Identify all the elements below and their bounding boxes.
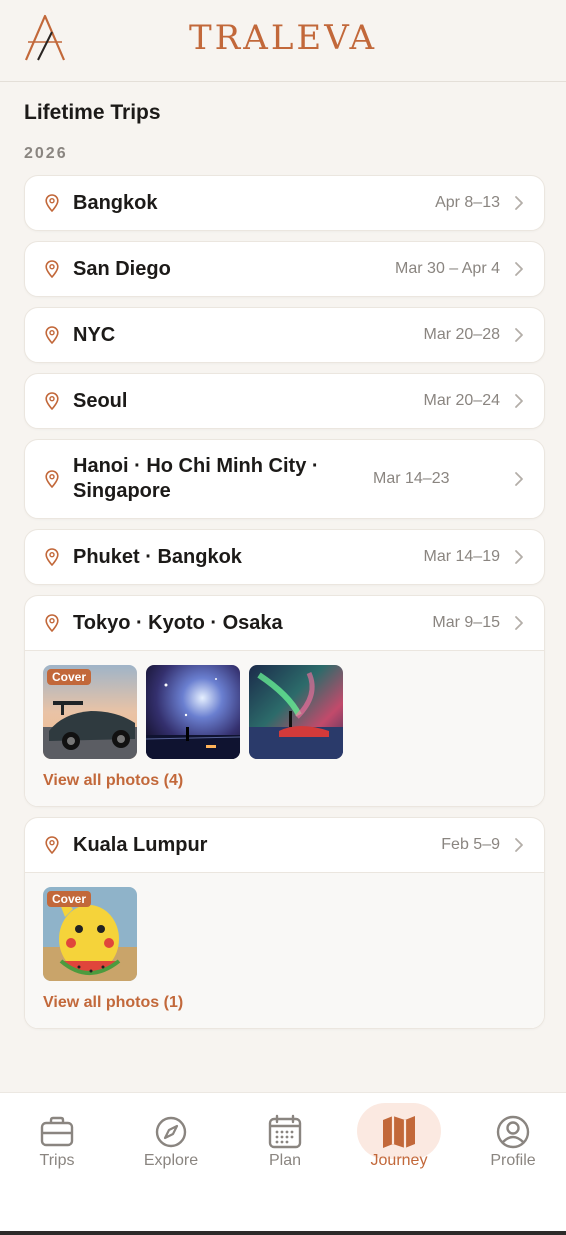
chevron-right-icon [515,394,523,408]
trip-dates: Mar 20–24 [423,392,501,409]
user-circle-icon [496,1115,530,1149]
location-pin-icon [45,194,59,212]
cover-badge: Cover [47,891,92,907]
photo-thumbnail-cover[interactable]: Cover [43,665,137,759]
location-pin-icon [45,470,59,488]
trip-name: Tokyo · Kyoto · Osaka [73,611,283,634]
app-brand-name: TRALEVA [188,18,378,58]
chevron-right-icon [515,328,523,342]
galaxy-photo [146,665,240,759]
trip-row-kuala-lumpur[interactable]: Kuala Lumpur Feb 5–9 [25,818,544,872]
tab-trips[interactable]: Trips [7,1102,107,1170]
trip-dates: Feb 5–9 [441,836,500,853]
location-pin-icon [45,614,59,632]
chevron-right-icon [515,550,523,564]
location-pin-icon [45,260,59,278]
photo-thumbnail[interactable] [146,665,240,759]
chevron-right-icon [515,616,523,630]
location-pin-icon [45,326,59,344]
trip-dates: Mar 9–15 [432,614,500,631]
trip-name: Phuket · Bangkok [73,545,242,568]
trip-dates: Mar 14–23 [373,470,450,487]
trip-name: San Diego [73,257,171,280]
tab-explore[interactable]: Explore [121,1102,221,1170]
briefcase-icon [40,1116,74,1147]
app-header: TRALEVA [0,0,566,82]
page-title: Lifetime Trips [24,101,161,124]
view-all-photos-link[interactable]: View all photos (1) [43,994,526,1012]
compass-icon [155,1116,187,1148]
location-pin-icon [45,392,59,410]
tab-label: Trips [39,1152,75,1169]
location-pin-icon [45,836,59,854]
trip-row-san-diego[interactable]: San Diego Mar 30 – Apr 4 [25,242,544,296]
trip-card: Kuala Lumpur Feb 5–9 Cover View all phot… [24,817,545,1029]
photo-thumbnail[interactable] [249,665,343,759]
tab-plan[interactable]: Plan [235,1102,335,1170]
trip-dates: Apr 8–13 [435,194,500,211]
tab-label: Plan [268,1152,302,1169]
trip-name: Bangkok [73,191,158,214]
trip-row-bangkok[interactable]: Bangkok Apr 8–13 [25,176,544,230]
tab-label: Profile [490,1152,536,1169]
aurora-photo [249,665,343,759]
chevron-right-icon [515,196,523,210]
trip-name: Hanoi · Ho Chi Minh City · Singapore [73,455,319,502]
map-icon [383,1116,415,1148]
trip-card: Hanoi · Ho Chi Minh City · Singapore Mar… [24,439,545,519]
photo-strip: Cover [43,887,526,981]
view-all-photos-link[interactable]: View all photos (4) [43,772,526,790]
trip-card: Seoul Mar 20–24 [24,373,545,429]
tab-journey[interactable]: Journey [349,1102,449,1170]
trip-card: NYC Mar 20–28 [24,307,545,363]
trip-name: NYC [73,323,116,346]
trip-name: Seoul [73,389,128,412]
trip-list: Bangkok Apr 8–13 San Diego Mar 30 – Apr … [24,175,545,1039]
trip-photos-section: Cover View all photos (1) [25,872,544,1028]
home-indicator-bar [0,1231,566,1235]
trip-row-nyc[interactable]: NYC Mar 20–28 [25,308,544,362]
trip-row-tokyo-kyoto-osaka[interactable]: Tokyo · Kyoto · Osaka Mar 9–15 [25,596,544,650]
location-pin-icon [45,548,59,566]
trip-dates: Mar 30 – Apr 4 [395,260,500,277]
tab-label: Journey [370,1152,428,1169]
chevron-right-icon [515,262,523,276]
tab-label: Explore [143,1152,199,1169]
trip-card: San Diego Mar 30 – Apr 4 [24,241,545,297]
cover-badge: Cover [47,669,92,685]
chevron-right-icon [515,838,523,852]
trip-photos-section: Cover View all photos (4) [25,650,544,806]
trip-dates: Mar 14–19 [423,548,501,565]
trip-card: Phuket · Bangkok Mar 14–19 [24,529,545,585]
trip-card: Bangkok Apr 8–13 [24,175,545,231]
trip-row-seoul[interactable]: Seoul Mar 20–24 [25,374,544,428]
tab-profile[interactable]: Profile [463,1102,563,1170]
trip-name: Kuala Lumpur [73,833,208,856]
chevron-right-icon [515,472,523,486]
photo-thumbnail-cover[interactable]: Cover [43,887,137,981]
trip-row-hanoi-hcmc-singapore[interactable]: Hanoi · Ho Chi Minh City · Singapore Mar… [25,440,544,518]
year-section-label: 2026 [24,145,68,162]
calendar-icon [268,1114,302,1149]
trip-card: Tokyo · Kyoto · Osaka Mar 9–15 Cover Vie… [24,595,545,807]
photo-strip: Cover [43,665,526,759]
trip-row-phuket-bangkok[interactable]: Phuket · Bangkok Mar 14–19 [25,530,544,584]
trip-dates: Mar 20–28 [423,326,501,343]
